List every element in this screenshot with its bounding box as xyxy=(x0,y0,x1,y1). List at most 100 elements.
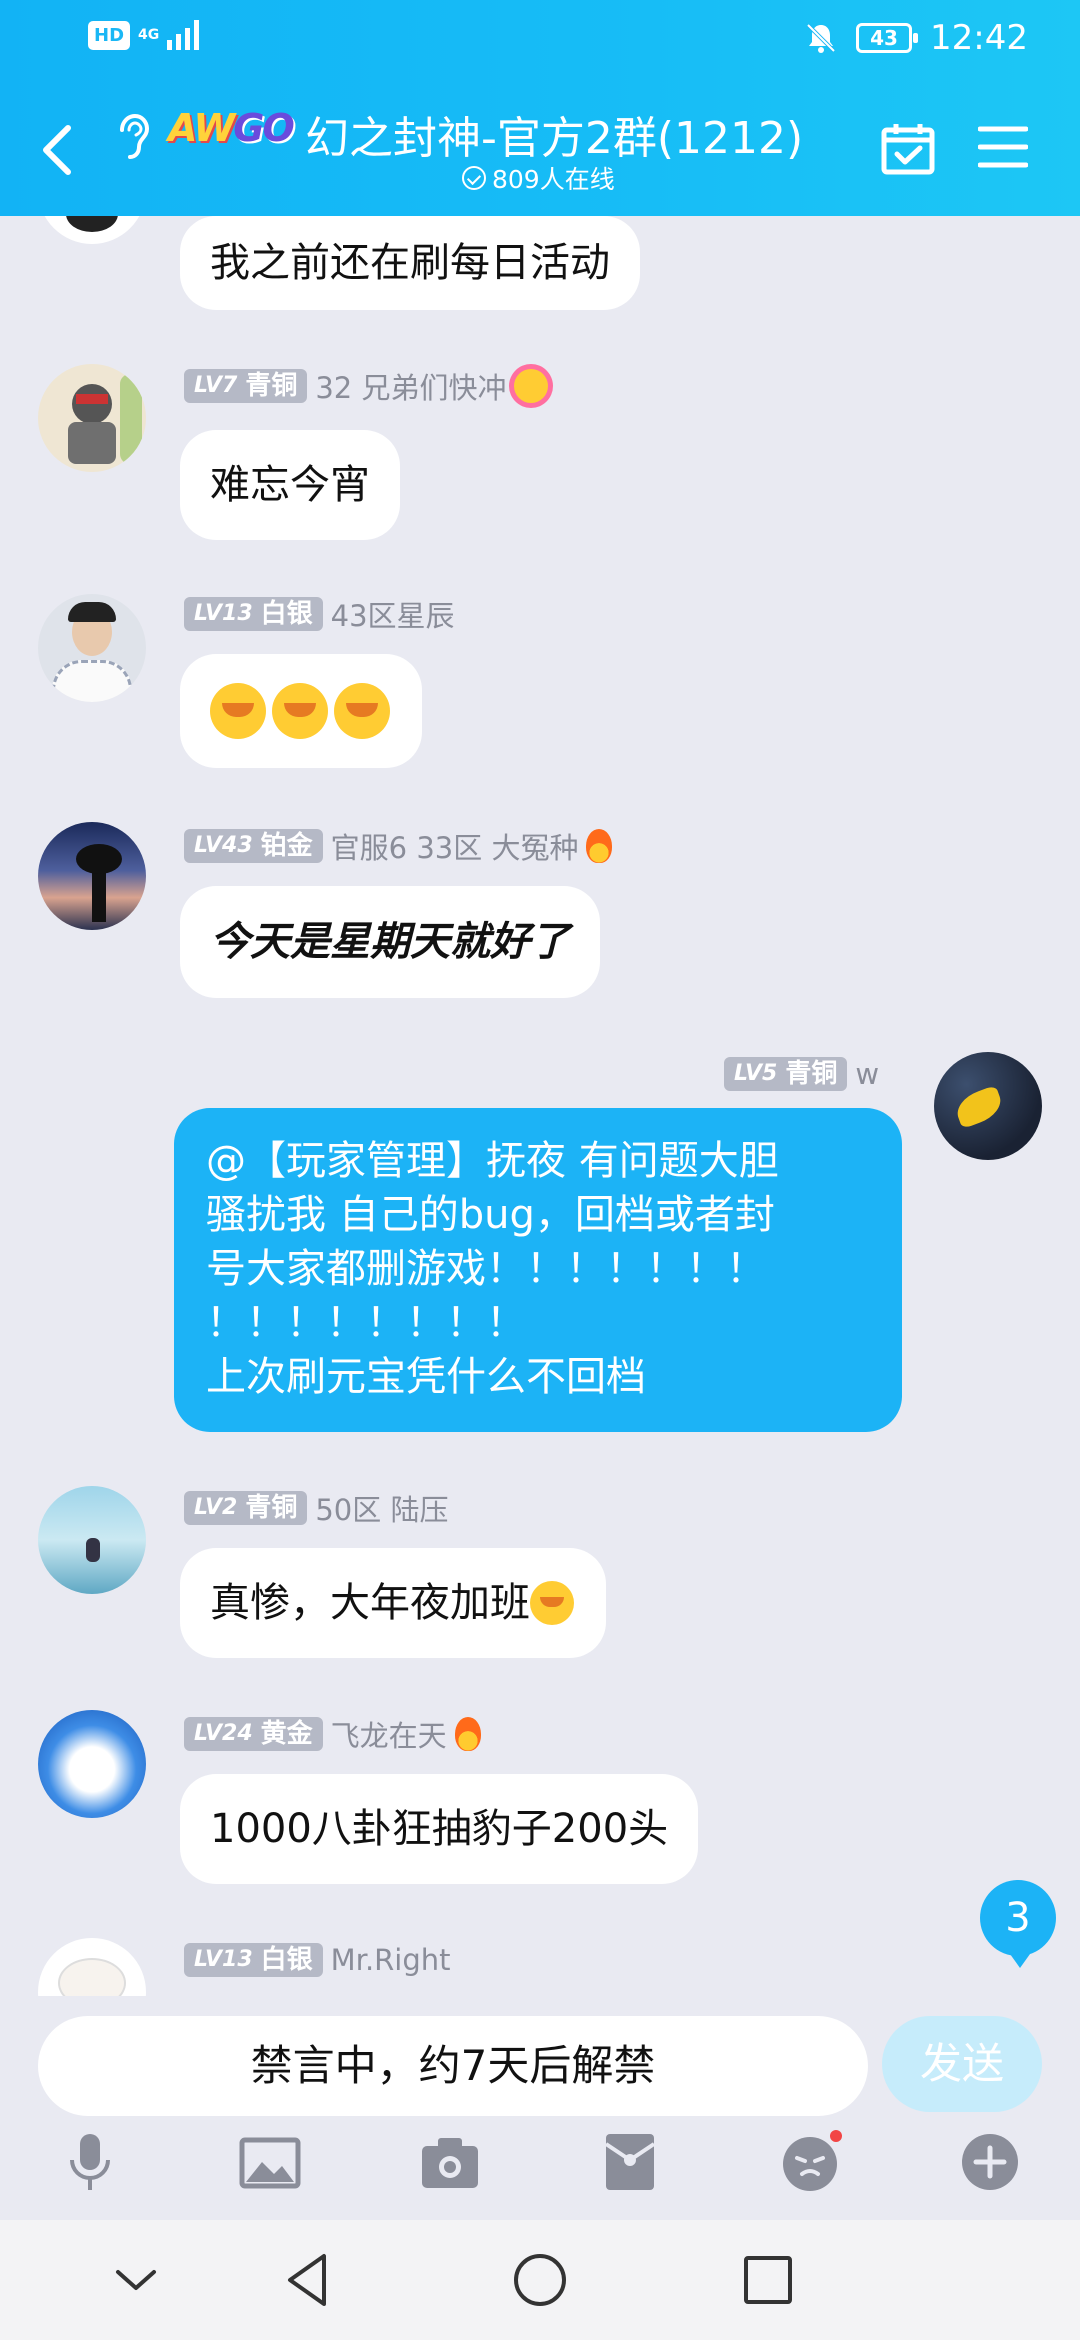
chevron-down-icon[interactable] xyxy=(100,2244,172,2316)
online-text: 809人在线 xyxy=(492,165,615,194)
game-logo-part-b: GO xyxy=(233,106,294,150)
nav-recents-icon[interactable] xyxy=(732,2244,804,2316)
unread-count-bubble[interactable]: 3 xyxy=(980,1880,1056,1968)
message-bubble[interactable]: 今天是星期天就好了 xyxy=(180,886,600,998)
rank-text: 青铜 xyxy=(245,371,298,401)
plus-icon[interactable] xyxy=(958,2130,1022,2194)
status-right: 43 12:42 xyxy=(804,18,1028,58)
level-text: LV24 xyxy=(194,1721,253,1746)
sender-meta: LV7 青铜 32 兄弟们快冲 xyxy=(184,365,549,407)
level-badge: LV13 白银 xyxy=(184,597,323,631)
title-bar: AWGO 幻之封神-官方2群(1212) 809人在线 xyxy=(0,94,1080,212)
fire-icon xyxy=(586,829,613,863)
level-badge: LV24 黄金 xyxy=(184,1717,323,1751)
level-badge: LV5 青铜 xyxy=(724,1057,848,1091)
sender-meta: LV5 青铜 w xyxy=(724,1056,879,1092)
message-bubble[interactable]: 真惨，大年夜加班 xyxy=(180,1548,606,1658)
chat-list[interactable]: 我之前还在刷每日活动 LV7 青铜 32 兄弟们快冲 难忘今宵 LV13 白银 43… xyxy=(0,216,1080,1996)
nav-home-icon[interactable] xyxy=(504,2244,576,2316)
avatar[interactable] xyxy=(38,822,146,930)
camera-icon[interactable] xyxy=(418,2130,482,2194)
sender-name[interactable]: 32 兄弟们快冲 xyxy=(315,365,506,407)
group-title[interactable]: 幻之封神-官方2群(1212) xyxy=(305,102,803,166)
crying-face-emoji-icon xyxy=(334,683,390,739)
menu-icon[interactable] xyxy=(978,124,1028,170)
muted-input-field[interactable]: 禁言中，约7天后解禁 xyxy=(38,2016,868,2116)
message-line: 号大家都删游戏！！！！！！！ xyxy=(206,1246,766,1292)
sender-name[interactable]: w xyxy=(855,1057,879,1091)
rank-text: 青铜 xyxy=(245,1493,298,1523)
level-text: LV2 xyxy=(194,1495,238,1520)
message-bubble[interactable]: 难忘今宵 xyxy=(180,430,400,540)
game-logo-part-a: AW xyxy=(168,106,235,150)
message-text: 1000八卦狂抽豹子200头 xyxy=(210,1806,669,1852)
rank-text: 黄金 xyxy=(260,1719,313,1749)
network-indicator: 4G xyxy=(138,27,160,43)
crying-face-emoji-icon xyxy=(210,683,266,739)
red-packet-icon[interactable] xyxy=(598,2130,662,2194)
avatar[interactable] xyxy=(38,1486,146,1594)
level-text: LV13 xyxy=(194,1947,253,1972)
message-text: 真惨，大年夜加班 xyxy=(210,1580,530,1626)
game-logo: AWGO xyxy=(168,106,295,150)
sender-meta: LV24 黄金 飞龙在天 xyxy=(184,1713,481,1755)
ear-icon[interactable] xyxy=(112,108,152,168)
online-count: 809人在线 xyxy=(462,160,615,196)
message-line: @【玩家管理】抚夜 有问题大胆 xyxy=(206,1138,779,1184)
message-bubble[interactable]: 我之前还在刷每日活动 xyxy=(180,216,640,310)
level-badge: LV2 青铜 xyxy=(184,1491,308,1525)
status-time: 12:42 xyxy=(930,18,1028,58)
signal-icon xyxy=(167,20,200,50)
battery-icon: 43 xyxy=(856,23,919,53)
level-text: LV43 xyxy=(194,833,253,858)
status-left: HD 4G xyxy=(88,20,200,50)
sender-name[interactable]: 官服6 33区 大冤种 xyxy=(331,825,579,867)
rank-text: 青铜 xyxy=(785,1059,838,1089)
level-text: LV5 xyxy=(734,1061,778,1086)
fire-icon xyxy=(454,1717,481,1751)
message-text: 我之前还在刷每日活动 xyxy=(210,240,610,286)
online-check-icon xyxy=(462,166,486,190)
send-button[interactable]: 发送 xyxy=(882,2016,1042,2112)
nav-back-icon[interactable] xyxy=(274,2244,346,2316)
message-line: 上次刷元宝凭什么不回档 xyxy=(206,1354,646,1400)
sender-meta: LV13 白银 Mr.Right xyxy=(184,1942,451,1978)
avatar[interactable] xyxy=(38,1710,146,1818)
avatar[interactable] xyxy=(38,364,146,472)
level-badge: LV43 铂金 xyxy=(184,829,323,863)
input-row: 禁言中，约7天后解禁 发送 xyxy=(0,1996,1080,2140)
crying-face-emoji-icon xyxy=(530,1581,574,1625)
emoji-icon[interactable] xyxy=(778,2130,842,2194)
sender-meta: LV43 铂金 官服6 33区 大冤种 xyxy=(184,825,613,867)
rank-text: 铂金 xyxy=(260,831,313,861)
message-bubble[interactable] xyxy=(180,654,422,768)
avatar[interactable] xyxy=(38,216,146,244)
sender-name[interactable]: 飞龙在天 xyxy=(331,1713,447,1755)
avatar[interactable] xyxy=(38,594,146,702)
image-icon[interactable] xyxy=(238,2130,302,2194)
sender-name[interactable]: 43区星辰 xyxy=(331,593,455,635)
bell-muted-icon xyxy=(806,23,836,53)
rank-text: 白银 xyxy=(260,1945,313,1975)
avatar[interactable] xyxy=(38,1938,146,1996)
message-text: 今天是星期天就好了 xyxy=(210,919,570,965)
sender-meta: LV2 青铜 50区 陆压 xyxy=(184,1487,448,1529)
avatar[interactable] xyxy=(934,1052,1042,1160)
calendar-check-icon[interactable] xyxy=(880,120,936,176)
microphone-icon[interactable] xyxy=(58,2130,122,2194)
message-bubble-self[interactable]: @【玩家管理】抚夜 有问题大胆 骚扰我 自己的bug，回档或者封 号大家都删游戏… xyxy=(174,1108,902,1432)
level-text: LV13 xyxy=(194,601,253,626)
level-badge: LV7 青铜 xyxy=(184,369,308,403)
message-line: ！！！！！！！！ xyxy=(206,1300,526,1346)
message-line: 骚扰我 自己的bug，回档或者封 xyxy=(206,1192,775,1238)
sender-name[interactable]: 50区 陆压 xyxy=(315,1487,448,1529)
sender-name[interactable]: Mr.Right xyxy=(331,1943,451,1977)
back-arrow-icon[interactable] xyxy=(34,120,82,180)
message-text: 难忘今宵 xyxy=(210,462,370,508)
rank-text: 白银 xyxy=(260,599,313,629)
message-bubble[interactable]: 1000八卦狂抽豹子200头 xyxy=(180,1774,699,1884)
status-bar: HD 4G 43 12:42 xyxy=(0,0,1080,82)
sender-meta: LV13 白银 43区星辰 xyxy=(184,593,455,635)
hd-indicator: HD xyxy=(88,20,131,50)
level-badge: LV13 白银 xyxy=(184,1943,323,1977)
